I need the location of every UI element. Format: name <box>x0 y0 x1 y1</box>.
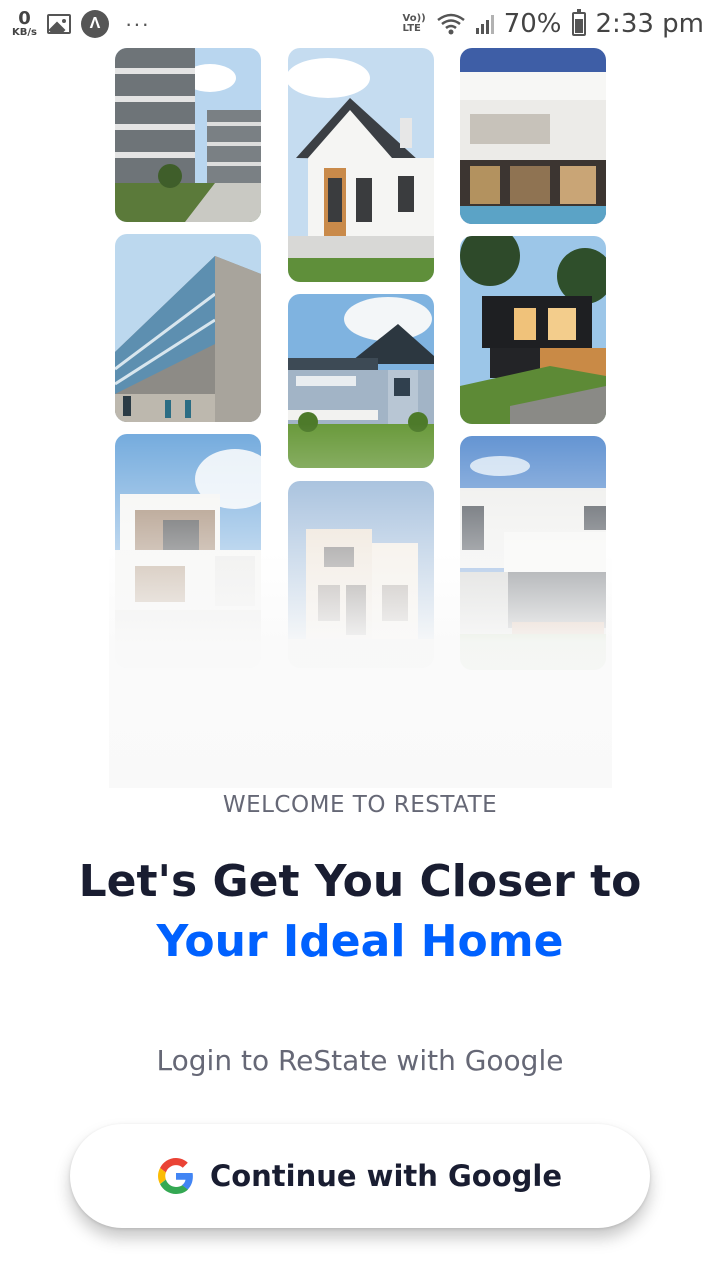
battery-percent: 70% <box>503 9 562 39</box>
modern-white-villa-image <box>115 434 261 668</box>
apartment-building-image <box>115 48 261 222</box>
app-a-icon: Λ <box>80 10 109 38</box>
login-subtitle: Login to ReState with Google <box>156 1044 564 1077</box>
status-bar-left: 0 KB/s Λ ··· <box>12 10 150 38</box>
status-bar: 0 KB/s Λ ··· Vo)) LTE 70% 2:33 pm <box>0 0 720 48</box>
black-modern-house-image <box>460 236 606 424</box>
gabled-house-image <box>288 48 434 282</box>
blue-siding-house-image <box>288 294 434 468</box>
glass-facade-building-image <box>115 234 261 422</box>
white-cube-house-image <box>460 436 606 670</box>
headline-line-2-accent: Your Ideal Home <box>156 916 564 967</box>
google-logo-icon <box>157 1158 193 1194</box>
network-speed: 0 KB/s <box>12 10 37 38</box>
clock: 2:33 pm <box>595 9 704 39</box>
house-image-collage <box>109 44 612 788</box>
white-modern-pool-house-image <box>460 48 606 224</box>
headline-line-1: Let's Get You Closer to <box>78 856 642 907</box>
volte-icon: Vo)) LTE <box>403 14 426 34</box>
welcome-eyebrow: WELCOME TO RESTATE <box>222 792 498 818</box>
network-speed-value: 0 <box>18 8 31 29</box>
signal-icon <box>475 14 494 34</box>
continue-with-google-label: Continue with Google <box>209 1159 563 1193</box>
status-bar-right: Vo)) LTE 70% 2:33 pm <box>403 9 704 39</box>
volte-bottom: LTE <box>402 23 421 34</box>
wifi-icon <box>436 13 465 35</box>
headline: Let's Get You Closer to Your Ideal Home <box>0 852 720 972</box>
battery-icon <box>571 9 586 36</box>
more-notifications-icon: ··· <box>124 11 150 36</box>
continue-with-google-button[interactable]: Continue with Google <box>70 1124 650 1228</box>
beige-townhouse-image <box>288 481 434 668</box>
network-speed-unit: KB/s <box>12 27 37 38</box>
image-icon <box>46 14 71 34</box>
